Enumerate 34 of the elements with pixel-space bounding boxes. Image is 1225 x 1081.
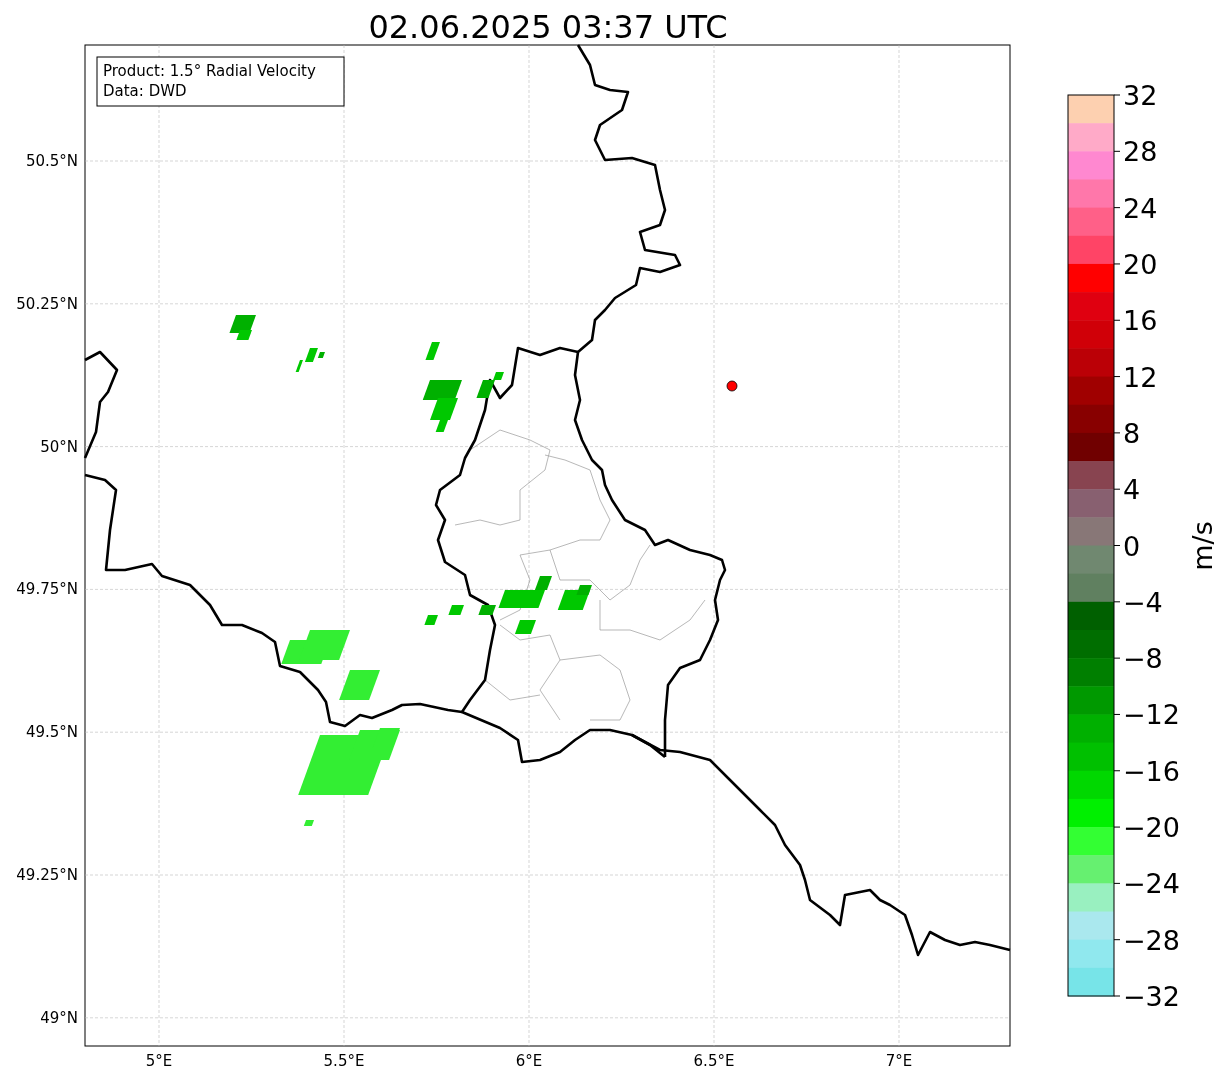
latitude-label: 49.5°N [25,723,78,742]
info-text: Product: 1.5° Radial Velocity [103,62,316,80]
colorbar-tick-label: −4 [1123,586,1163,618]
colorbar-tick-label: −32 [1123,981,1180,1012]
latitude-label: 49.75°N [16,580,78,599]
colorbar-tick-label: 28 [1123,136,1158,168]
colorbar-tick-label: 0 [1123,530,1141,562]
colorbar-tick-label: −20 [1123,812,1180,844]
colorbar-tick-label: 8 [1123,417,1141,449]
colorbar-tick-label: 20 [1123,248,1158,280]
colorbar-tick-label: 4 [1123,474,1141,506]
chart-title: 02.06.2025 03:37 UTC [368,8,728,46]
longitude-label: 6.5°E [693,1052,735,1070]
longitude-label: 7°E [885,1052,913,1070]
colorbar-tick-label: 24 [1123,192,1158,224]
latitude-label: 49°N [40,1008,78,1027]
radar-site-marker [726,380,738,392]
latitude-label: 49.25°N [16,866,78,884]
latitude-label: 50.25°N [16,294,78,313]
longitude-label: 5.5°E [323,1052,365,1070]
colorbar-tick-label: 16 [1123,305,1158,337]
colorbar-tick-label: 12 [1123,361,1158,393]
colorbar-tick-label: −24 [1123,868,1180,900]
colorbar-tick-label: −16 [1123,755,1180,787]
longitude-label: 6°E [515,1052,543,1070]
colorbar-unit-label: m/s [1187,521,1218,571]
colorbar-tick-label: −12 [1123,699,1180,731]
latitude-label: 50.5°N [25,152,78,170]
info-text: Data: DWD [103,82,187,100]
longitude-label: 5°E [145,1052,173,1070]
colorbar-tick-label: −8 [1123,643,1163,675]
colorbar-tick-label: 32 [1123,80,1158,111]
latitude-label: 50°N [40,437,78,456]
colorbar-tick-label: −28 [1123,924,1180,956]
